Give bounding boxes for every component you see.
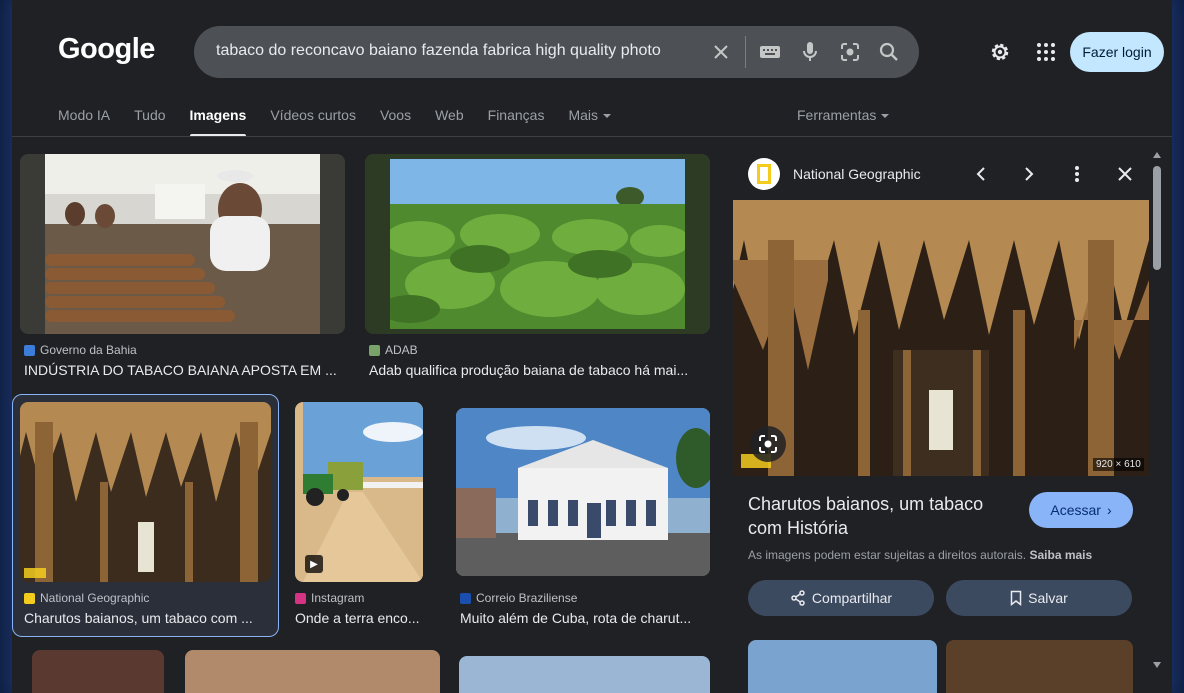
related-image-card[interactable] [946,640,1133,693]
result-source: Instagram [295,591,364,605]
tab-web[interactable]: Web [435,107,464,137]
lens-icon[interactable] [837,39,863,65]
result-source: Correio Braziliense [460,591,577,605]
natgeo-favicon-icon [24,592,35,604]
google-images-window: Google tabaco do reconcavo baiano fazend… [12,0,1172,693]
tab-mais-label: Mais [568,107,599,123]
google-logo[interactable]: Google [58,33,155,66]
result-source: National Geographic [24,591,149,605]
governo-bahia-favicon-icon [24,344,35,356]
natgeo-logo-icon [748,158,780,190]
result-source: Governo da Bahia [24,343,137,357]
panel-scrollbar[interactable] [1150,150,1164,693]
preview-image-drying-barn[interactable] [733,200,1149,476]
bookmark-icon [1010,590,1022,606]
result-title[interactable]: Charutos baianos, um tabaco com ... [24,610,269,626]
tab-modo-ia[interactable]: Modo IA [58,107,110,137]
correio-favicon-icon [460,592,471,604]
header-divider [12,136,1172,137]
search-icon[interactable] [876,39,902,65]
visit-button[interactable]: Acessar › [1029,492,1133,528]
copyright-notice: As imagens podem estar sujeitas a direit… [748,548,1092,562]
chevron-down-icon [603,114,612,119]
panel-source-name[interactable]: National Geographic [793,166,921,182]
result-source-name: Instagram [311,591,365,605]
image-preview-panel: National Geographic 920 × 610 Charutos b… [733,150,1151,693]
learn-more-link[interactable]: Saiba mais [1029,548,1092,562]
visual-search-icon[interactable] [750,426,786,462]
image-dimensions: 920 × 610 [1093,458,1144,471]
result-thumbnail-dannemann-building [456,408,710,576]
search-box[interactable]: tabaco do reconcavo baiano fazenda fabri… [194,26,919,78]
login-button[interactable]: Fazer login [1070,32,1164,72]
result-title[interactable]: Onde a terra enco... [295,610,435,626]
tools-menu[interactable]: Ferramentas [797,107,890,123]
result-image-card[interactable] [365,154,710,334]
result-source-name: Governo da Bahia [40,343,137,357]
close-icon[interactable] [1113,162,1137,186]
result-image-card[interactable] [459,656,710,693]
adab-favicon-icon [369,344,380,356]
save-label: Salvar [1028,590,1068,606]
apps-grid-icon[interactable] [1032,38,1060,66]
scroll-down-arrow-icon[interactable] [1153,662,1161,668]
previous-chevron-icon[interactable] [969,162,993,186]
result-image-card[interactable] [20,154,345,334]
tab-mais[interactable]: Mais [568,107,612,137]
next-chevron-icon[interactable] [1017,162,1041,186]
result-thumbnail-drying-barn [20,402,271,582]
chevron-right-icon: › [1106,502,1112,518]
result-image-card[interactable] [456,408,710,576]
result-thumbnail-factory [45,154,320,334]
search-input[interactable]: tabaco do reconcavo baiano fazenda fabri… [216,42,661,60]
keyboard-icon[interactable] [757,39,783,65]
result-title[interactable]: INDÚSTRIA DO TABACO BAIANA APOSTA EM ... [24,362,344,378]
result-image-card-selected[interactable] [20,402,271,582]
search-tabs: Modo IA Tudo Imagens Vídeos curtos Voos … [58,107,635,137]
result-source: ADAB [369,343,418,357]
microphone-icon[interactable] [797,39,823,65]
settings-gear-icon[interactable] [986,38,1014,66]
tab-videos-curtos[interactable]: Vídeos curtos [270,107,356,137]
tab-tudo[interactable]: Tudo [134,107,165,137]
result-thumbnail-tobacco-field [390,159,685,329]
scroll-up-arrow-icon[interactable] [1153,152,1161,158]
tab-imagens[interactable]: Imagens [189,107,246,137]
result-image-card[interactable] [32,650,164,693]
tab-financas[interactable]: Finanças [488,107,545,137]
copyright-text: As imagens podem estar sujeitas a direit… [748,548,1027,562]
save-button[interactable]: Salvar [946,580,1132,616]
visit-label: Acessar [1050,502,1101,518]
related-image-card[interactable] [748,640,937,693]
instagram-favicon-icon [295,592,306,604]
clear-icon[interactable] [708,39,734,65]
share-button[interactable]: Compartilhar [748,580,934,616]
result-source-name: Correio Braziliense [476,591,578,605]
result-image-card[interactable]: ▶ [295,402,423,582]
more-options-icon[interactable] [1065,162,1089,186]
share-label: Compartilhar [811,590,893,606]
result-title[interactable]: Muito além de Cuba, rota de charut... [460,610,710,626]
tab-voos[interactable]: Voos [380,107,411,137]
result-title[interactable]: Adab qualifica produção baiana de tabaco… [369,362,709,378]
result-source-name: ADAB [385,343,418,357]
panel-title[interactable]: Charutos baianos, um tabaco com História [748,492,1018,540]
result-source-name: National Geographic [40,591,150,605]
share-icon [791,590,805,606]
scrollbar-thumb[interactable] [1153,166,1161,270]
search-divider [745,36,746,68]
chevron-down-icon [881,114,890,119]
result-image-card[interactable] [185,650,440,693]
tools-label: Ferramentas [797,107,877,123]
video-play-icon: ▶ [305,555,323,573]
